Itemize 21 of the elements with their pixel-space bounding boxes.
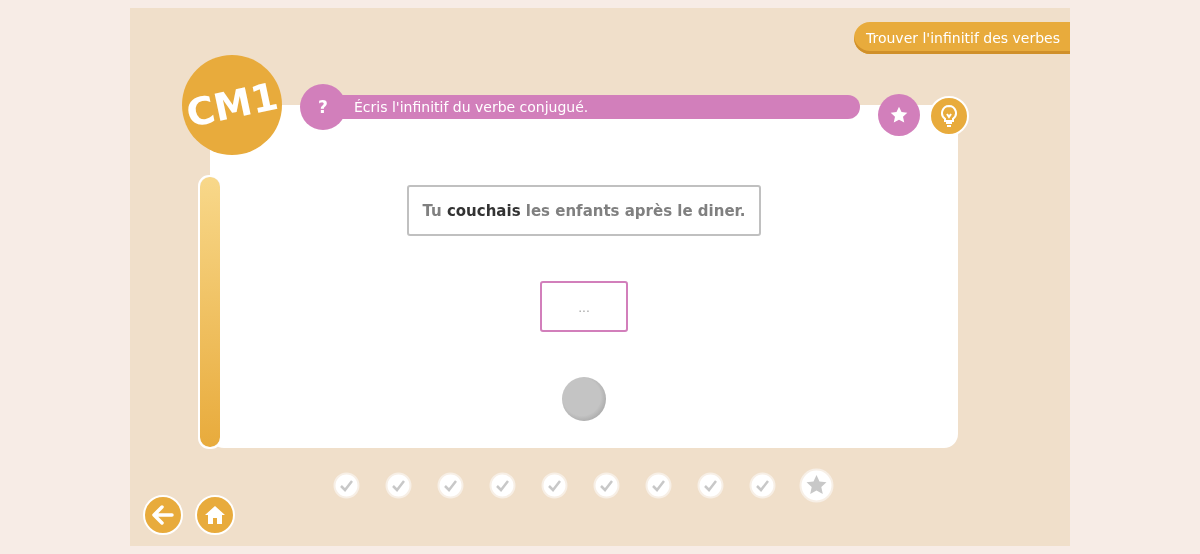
back-arrow-icon [152, 505, 174, 525]
lightbulb-icon [940, 105, 958, 127]
back-button[interactable] [143, 495, 183, 535]
answer-field[interactable]: ... [540, 281, 628, 332]
check-icon [645, 472, 672, 499]
check-icon [593, 472, 620, 499]
topic-button[interactable]: Trouver l'infinitif des verbes [853, 22, 1070, 54]
check-icon [385, 472, 412, 499]
check-icon [749, 472, 776, 499]
check-icon [489, 472, 516, 499]
validate-button[interactable] [562, 377, 606, 421]
check-icon [541, 472, 568, 499]
check-icon [437, 472, 464, 499]
check-icon [697, 472, 724, 499]
star-icon [889, 105, 909, 125]
home-icon [204, 505, 226, 525]
check-icon [333, 472, 360, 499]
home-button[interactable] [195, 495, 235, 535]
star-button[interactable] [878, 94, 920, 136]
sentence-text: Tu couchais les enfants après le diner. [422, 201, 746, 220]
level-badge: CM1 [182, 55, 282, 155]
